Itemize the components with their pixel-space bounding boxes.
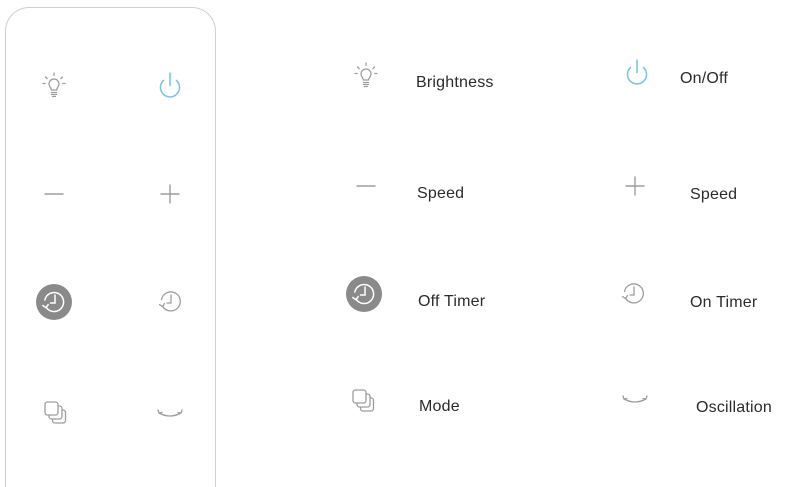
legend-mode-icon (346, 382, 382, 418)
speed-down-label: Speed (417, 185, 465, 202)
remote-oscillation-button[interactable] (152, 396, 188, 432)
legend-plus-icon (617, 168, 653, 204)
bulb-icon (42, 72, 66, 98)
minus-icon (44, 193, 64, 195)
on-off-label: On/Off (680, 70, 729, 87)
remote-control (5, 7, 216, 487)
remote-speed-up-button[interactable] (152, 176, 188, 212)
remote-brightness-button[interactable] (36, 68, 72, 104)
remote-off-timer-button[interactable] (34, 282, 74, 322)
remote-on-timer-button[interactable] (152, 284, 188, 320)
legend-bulb-icon (348, 58, 384, 94)
legend-oscillation-icon (617, 382, 653, 418)
oscillation-icon (157, 409, 183, 417)
power-icon (159, 72, 181, 98)
legend-off-timer-icon (344, 274, 384, 314)
brightness-label: Brightness (416, 74, 494, 91)
off-timer-icon (36, 284, 72, 320)
mode-label: Mode (419, 398, 460, 415)
on-timer-label: On Timer (690, 294, 758, 311)
remote-mode-button[interactable] (38, 394, 74, 430)
legend-minus-icon (348, 168, 384, 204)
mode-icon (44, 401, 67, 424)
legend-on-timer-icon (615, 276, 651, 312)
legend-power-icon (619, 55, 655, 91)
oscillation-label: Oscillation (696, 399, 773, 416)
remote-power-button[interactable] (152, 68, 188, 104)
on-timer-icon (158, 291, 181, 312)
plus-icon (160, 184, 180, 204)
remote-speed-down-button[interactable] (36, 176, 72, 212)
speed-up-label: Speed (690, 186, 738, 203)
off-timer-label: Off Timer (418, 293, 486, 310)
